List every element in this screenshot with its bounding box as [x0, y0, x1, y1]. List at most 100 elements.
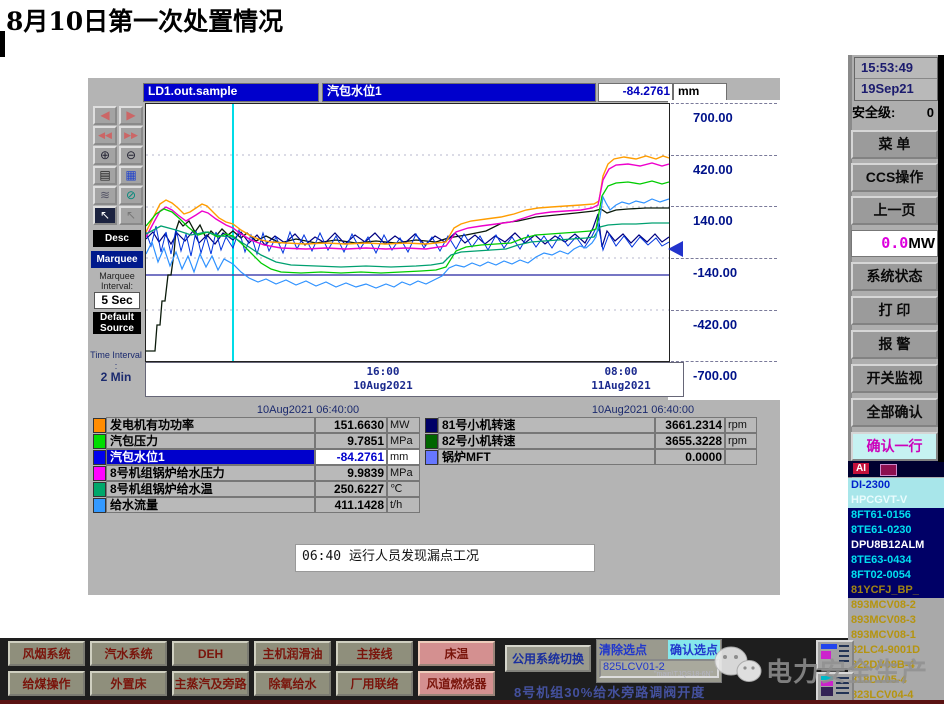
- nav-runhuayou[interactable]: 主机润滑油: [254, 641, 331, 666]
- table-row[interactable]: 8号机组锅炉给水压力 9.9839 MPa: [93, 465, 420, 481]
- common-system-switch-button[interactable]: 公用系统切换: [505, 645, 591, 672]
- ai-badge: AI: [853, 463, 869, 474]
- nav-zhuzhengqi[interactable]: 主蒸汽及旁路: [172, 671, 249, 696]
- previous-page-button[interactable]: 上一页: [851, 196, 938, 225]
- pen-name[interactable]: 8号机组锅炉给水压力: [106, 465, 315, 481]
- cursor-alt-icon[interactable]: ↖: [119, 206, 143, 225]
- pen-name[interactable]: 汽包水位1: [106, 449, 315, 465]
- desc-button[interactable]: Desc: [93, 230, 141, 247]
- pen-value: 3655.3228: [655, 433, 725, 449]
- table-row[interactable]: 82号小机转速 3655.3228 rpm: [425, 433, 757, 449]
- y-tick: -420.00: [671, 310, 777, 360]
- pen-name[interactable]: 81号小机转速: [438, 417, 655, 433]
- bottom-nav-bar: 风烟系统 汽水系统 DEH 主机润滑油 主接线 床温 给煤操作 外置床 主蒸汽及…: [0, 638, 854, 704]
- zoom-in-icon[interactable]: ⊕: [93, 146, 117, 165]
- pen-unit: t/h: [387, 497, 420, 513]
- step-back-icon[interactable]: ◀: [93, 106, 117, 125]
- operator-annotation: 06:40 运行人员发现漏点工况: [295, 544, 595, 572]
- table-row[interactable]: 发电机有功功率 151.6630 MW: [93, 417, 420, 433]
- x-tick-time: 16:00: [366, 365, 400, 378]
- step-forward-icon[interactable]: ▶: [119, 106, 143, 125]
- print-button[interactable]: 打 印: [851, 296, 938, 325]
- ack-all-button[interactable]: 全部确认: [851, 398, 938, 427]
- pen-name[interactable]: 给水流量: [106, 497, 315, 513]
- nav-waizhichuang[interactable]: 外置床: [90, 671, 167, 696]
- ccs-operate-button[interactable]: CCS操作: [851, 163, 938, 192]
- pen-value: 250.6227: [315, 481, 387, 497]
- nav-qishui[interactable]: 汽水系统: [90, 641, 167, 666]
- alarm-item[interactable]: HPCGVT-V: [848, 493, 944, 508]
- alarm-filter-icon[interactable]: [880, 464, 897, 476]
- default-source-button[interactable]: Default Source: [93, 312, 141, 334]
- table-row-selected[interactable]: 汽包水位1 -84.2761 mm: [93, 449, 420, 465]
- alarm-item[interactable]: 8FT61-0156: [848, 508, 944, 523]
- fast-forward-icon[interactable]: ▶▶: [119, 126, 143, 145]
- trend-pen-value: -84.2761: [598, 83, 673, 102]
- clock-time: 15:53:49: [855, 58, 937, 79]
- alarm-item[interactable]: 818DV05-4: [848, 673, 944, 688]
- pen-name[interactable]: 发电机有功功率: [106, 417, 315, 433]
- disable-icon[interactable]: ⊘: [119, 186, 143, 205]
- alarm-item[interactable]: 8TE61-0230: [848, 523, 944, 538]
- table-timestamp: 10Aug2021 06:40:00: [256, 404, 360, 416]
- pen-color-swatch: [93, 498, 106, 513]
- pen-value: 9.7851: [315, 433, 387, 449]
- nav-chuangwen[interactable]: 床温: [418, 641, 495, 666]
- system-status-button[interactable]: 系统状态: [851, 262, 938, 291]
- pen-color-swatch: [93, 450, 106, 465]
- trend-source-box[interactable]: LD1.out.sample: [143, 83, 319, 102]
- switch-monitor-button[interactable]: 开关监视: [851, 364, 938, 393]
- zoom-out-icon[interactable]: ⊖: [119, 146, 143, 165]
- pen-name[interactable]: 8号机组锅炉给水温: [106, 481, 315, 497]
- nav-fengyan[interactable]: 风烟系统: [8, 641, 85, 666]
- table-row[interactable]: 81号小机转速 3661.2314 rpm: [425, 417, 757, 433]
- alarm-item[interactable]: 822DV08B-4: [848, 658, 944, 673]
- nav-fengdao[interactable]: 风道燃烧器: [418, 671, 495, 696]
- window-path-label: "main\TJQS18-6N": [654, 671, 714, 678]
- confirm-point-button[interactable]: 确认选点: [667, 640, 720, 659]
- pen-unit: rpm: [725, 417, 757, 433]
- menu-button[interactable]: 菜 单: [851, 130, 938, 159]
- cursor-select-icon[interactable]: ↖: [93, 206, 117, 225]
- pen-value: 3661.2314: [655, 417, 725, 433]
- mw-display: 0.0MW: [851, 230, 938, 257]
- alarm-item[interactable]: 8TE63-0434: [848, 553, 944, 568]
- trend-plot-svg: [145, 104, 670, 361]
- pen-name[interactable]: 汽包压力: [106, 433, 315, 449]
- mini-trend-icon[interactable]: [816, 640, 854, 670]
- alarm-item[interactable]: DPU8B12ALM: [848, 538, 944, 553]
- marquee-interval-value[interactable]: 5 Sec: [94, 292, 140, 309]
- alarm-item[interactable]: 893MCV08-1: [848, 628, 944, 643]
- trend-plot[interactable]: [145, 103, 670, 362]
- table-row[interactable]: 锅炉MFT 0.0000: [425, 449, 757, 465]
- alarm-item[interactable]: 81YCFJ_BP_: [848, 583, 944, 598]
- trend-pen-name-box[interactable]: 汽包水位1: [322, 83, 596, 102]
- nav-chuyang[interactable]: 除氧给水: [254, 671, 331, 696]
- alarm-item[interactable]: 8FT02-0054: [848, 568, 944, 583]
- table-row[interactable]: 8号机组锅炉给水温 250.6227 ℃: [93, 481, 420, 497]
- scribble-pen-icon[interactable]: ≋: [93, 186, 117, 205]
- nav-geimei[interactable]: 给煤操作: [8, 671, 85, 696]
- security-level-row: 安全级: 0: [852, 102, 938, 124]
- clear-point-button[interactable]: 清除选点: [599, 641, 647, 658]
- pen-name[interactable]: 82号小机转速: [438, 433, 655, 449]
- alarm-button[interactable]: 报 警: [851, 330, 938, 359]
- nav-changyong[interactable]: 厂用联络: [336, 671, 413, 696]
- alarm-item[interactable]: 893MCV08-3: [848, 613, 944, 628]
- trend-window: LD1.out.sample 汽包水位1 -84.2761 mm ◀ ▶ ◀◀ …: [88, 78, 780, 595]
- alarm-item[interactable]: DI-2300: [848, 478, 944, 493]
- alarm-item[interactable]: 893MCV08-2: [848, 598, 944, 613]
- nav-deh[interactable]: DEH: [172, 641, 249, 666]
- pen-name[interactable]: 锅炉MFT: [438, 449, 655, 465]
- x-tick: 16:00 10Aug2021: [328, 365, 438, 393]
- marquee-button[interactable]: Marquee: [91, 251, 143, 268]
- alarm-item[interactable]: 82LC4-9001D: [848, 643, 944, 658]
- window-list-icon[interactable]: ▤: [93, 166, 117, 185]
- mini-trend-icon[interactable]: [816, 672, 854, 702]
- table-row[interactable]: 给水流量 411.1428 t/h: [93, 497, 420, 513]
- ack-one-line-button[interactable]: 确认一行: [851, 432, 938, 461]
- fast-back-icon[interactable]: ◀◀: [93, 126, 117, 145]
- table-row[interactable]: 汽包压力 9.7851 MPa: [93, 433, 420, 449]
- grid-icon[interactable]: ▦: [119, 166, 143, 185]
- nav-zhujiexian[interactable]: 主接线: [336, 641, 413, 666]
